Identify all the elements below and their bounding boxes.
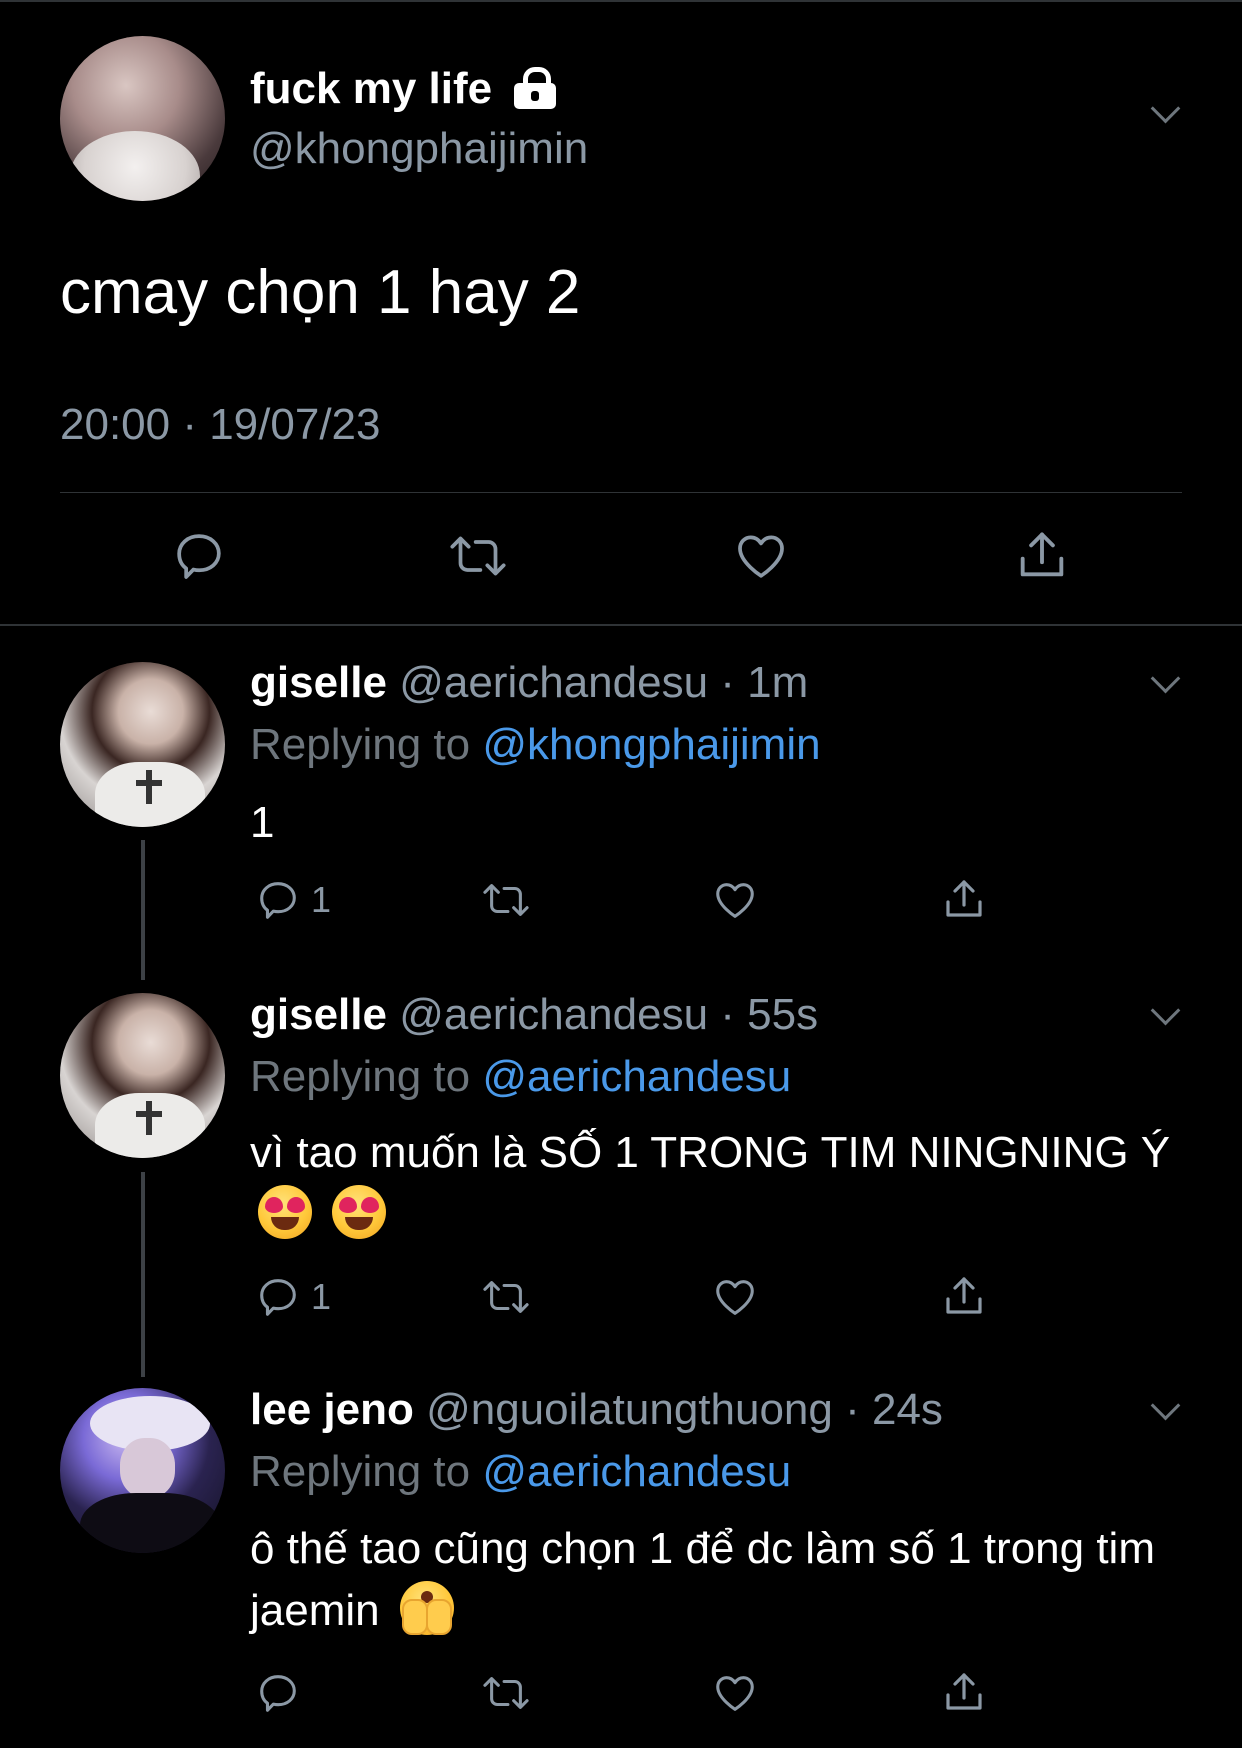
reply-count: 1	[311, 879, 332, 920]
replying-to-label: Replying to	[250, 1447, 471, 1496]
share-icon	[946, 1277, 982, 1314]
avatar[interactable]	[60, 1388, 225, 1553]
separator: ·	[708, 658, 748, 707]
tweet-timestamp: 20:00 · 19/07/23	[60, 400, 381, 449]
reply-header: giselle @aerichandesu · 1m	[250, 656, 808, 710]
reply-icon	[177, 534, 221, 579]
retweet-button[interactable]	[480, 1670, 532, 1716]
like-button[interactable]	[732, 528, 790, 584]
share-button[interactable]	[940, 1668, 988, 1716]
retweet-icon	[483, 1281, 529, 1313]
share-button[interactable]	[940, 1272, 988, 1320]
reply-text-content: ô thế tao cũng chọn 1 để dc làm số 1 tro…	[250, 1524, 1155, 1635]
thread-line	[141, 1172, 145, 1377]
separator: ·	[708, 990, 748, 1039]
author-display-name: fuck my life	[250, 64, 493, 113]
replying-to: Replying to @aerichandesu	[250, 1050, 791, 1104]
mention-link[interactable]: @khongphaijimin	[482, 720, 820, 769]
reply-count: 1	[311, 1276, 332, 1317]
reply-time: 24s	[871, 1385, 943, 1434]
share-icon	[946, 880, 982, 917]
chevron-down-icon[interactable]	[1150, 93, 1181, 124]
replying-to: Replying to @khongphaijimin	[250, 718, 821, 772]
reply-header: giselle @aerichandesu · 55s	[250, 988, 818, 1042]
reply-button[interactable]	[255, 1670, 301, 1716]
avatar[interactable]	[60, 993, 225, 1158]
chevron-down-icon[interactable]	[1150, 995, 1181, 1026]
reply-button[interactable]: 1	[255, 877, 331, 923]
reply-icon	[260, 1279, 296, 1316]
heart-icon	[738, 535, 784, 578]
like-button[interactable]	[711, 1670, 759, 1716]
tweet-text: cmay chọn 1 hay 2	[60, 258, 581, 327]
like-button[interactable]	[711, 877, 759, 923]
reply-text: vì tao muốn là SỐ 1 TRONG TIM NINGNING Ý	[250, 1122, 1190, 1246]
author-name[interactable]: fuck my life	[250, 62, 557, 116]
reply-header: lee jeno @nguoilatungthuong · 24s	[250, 1383, 943, 1437]
share-button[interactable]	[1013, 526, 1071, 584]
author-handle[interactable]: @khongphaijimin	[250, 122, 588, 176]
reply-author-name[interactable]: lee jeno	[250, 1385, 414, 1434]
heart-icon	[716, 1280, 754, 1315]
replying-to-label: Replying to	[250, 1052, 471, 1101]
retweet-button[interactable]	[480, 877, 532, 923]
reply-icon	[260, 1675, 296, 1712]
share-icon	[946, 1673, 982, 1710]
heart-icon	[716, 883, 754, 918]
reply-author-handle[interactable]: @aerichandesu	[399, 658, 708, 707]
avatar[interactable]	[60, 662, 225, 827]
reply-time: 1m	[747, 658, 809, 707]
avatar[interactable]	[60, 36, 225, 201]
mention-link[interactable]: @aerichandesu	[482, 1052, 791, 1101]
chevron-down-icon[interactable]	[1150, 1390, 1181, 1421]
retweet-icon	[483, 884, 529, 916]
reply-button[interactable]: 1	[255, 1274, 331, 1320]
top-divider	[0, 0, 1242, 2]
retweet-button[interactable]	[480, 1274, 532, 1320]
replying-to: Replying to @aerichandesu	[250, 1445, 791, 1499]
heart-icon	[716, 1676, 754, 1711]
like-button[interactable]	[711, 1274, 759, 1320]
retweet-button[interactable]	[447, 528, 509, 584]
share-icon	[1020, 532, 1064, 577]
reply-time: 55s	[747, 990, 819, 1039]
replying-to-label: Replying to	[250, 720, 471, 769]
reply-icon	[260, 882, 296, 919]
separator: ·	[832, 1385, 872, 1434]
heart-eyes-emoji	[258, 1185, 312, 1239]
reply-author-handle[interactable]: @nguoilatungthuong	[426, 1385, 833, 1434]
mention-link[interactable]: @aerichandesu	[482, 1447, 791, 1496]
retweet-icon	[450, 536, 506, 576]
share-button[interactable]	[940, 875, 988, 923]
lock-icon	[514, 67, 557, 109]
hand-over-mouth-emoji	[399, 1581, 454, 1635]
heart-eyes-emoji	[332, 1185, 387, 1239]
divider	[0, 624, 1242, 626]
reply-button[interactable]	[171, 528, 227, 584]
chevron-down-icon[interactable]	[1150, 663, 1181, 694]
reply-author-name[interactable]: giselle	[250, 990, 387, 1039]
reply-author-name[interactable]: giselle	[250, 658, 387, 707]
retweet-icon	[483, 1677, 529, 1709]
reply-author-handle[interactable]: @aerichandesu	[399, 990, 708, 1039]
divider	[60, 492, 1182, 493]
thread-line	[141, 840, 145, 980]
reply-text: ô thế tao cũng chọn 1 để dc làm số 1 tro…	[250, 1518, 1190, 1642]
reply-text: 1	[250, 798, 275, 847]
reply-text-content: vì tao muốn là SỐ 1 TRONG TIM NINGNING Ý	[250, 1128, 1171, 1177]
